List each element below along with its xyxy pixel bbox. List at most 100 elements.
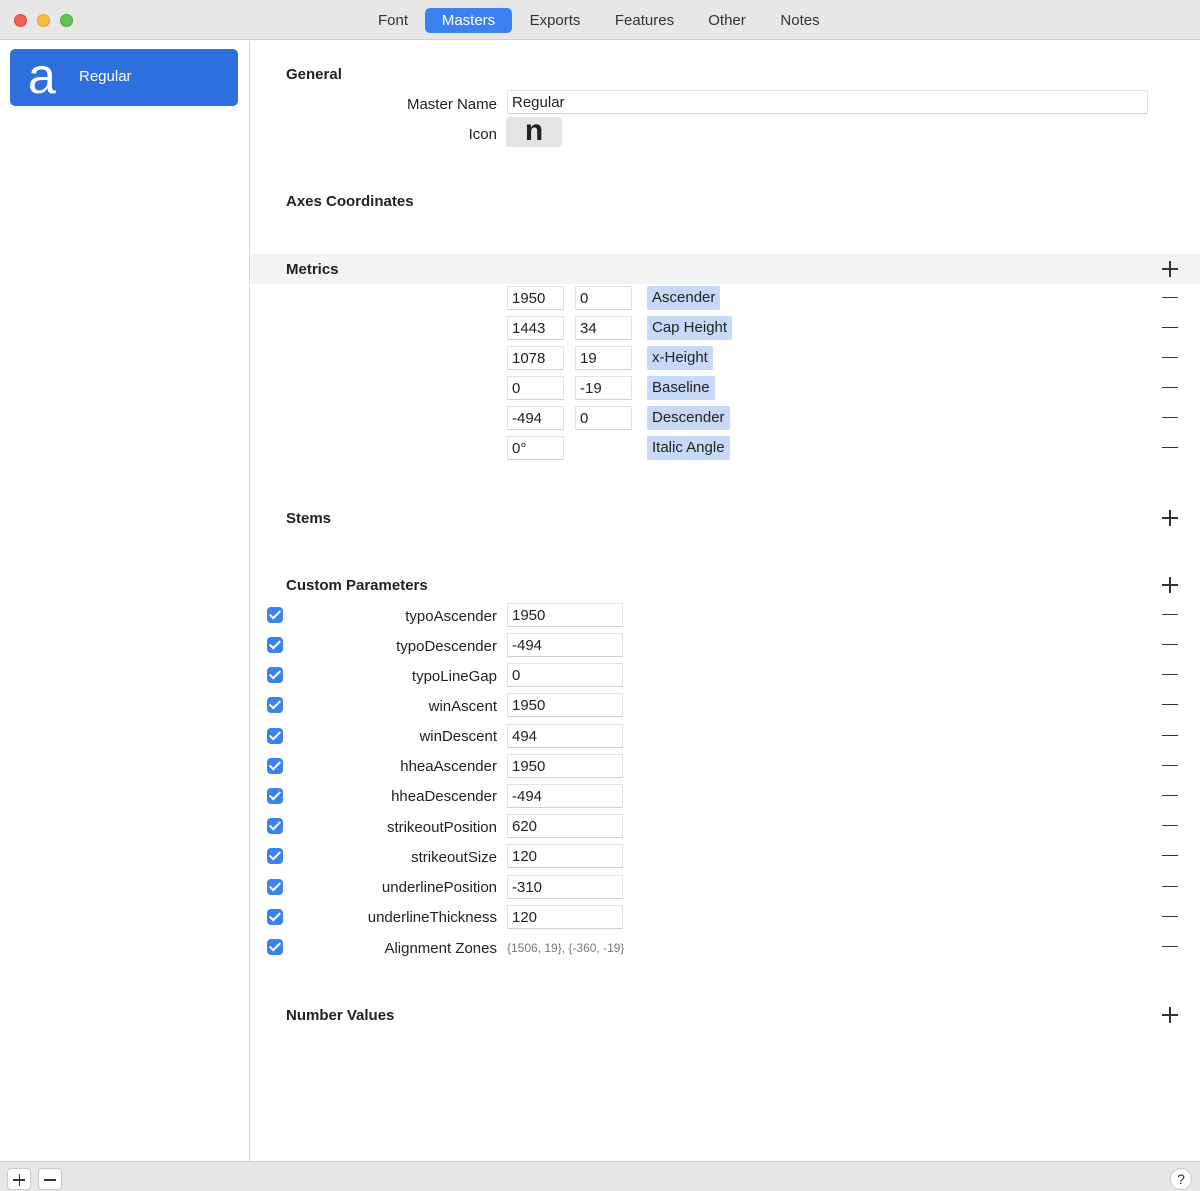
remove-metric-button[interactable] [1162,382,1178,394]
section-title-stems: Stems [286,510,332,527]
remove-metric-button[interactable] [1162,352,1178,364]
tab-masters[interactable]: Masters [425,8,512,33]
section-title-custom-parameters: Custom Parameters [286,577,428,594]
parameter-enabled-checkbox[interactable] [267,909,283,925]
parameter-name-label: hheaAscender [400,758,497,775]
master-settings-panel: General Master Name Regular Icon n Axes … [251,41,1200,1161]
parameter-name-label: underlinePosition [381,879,497,896]
master-icon-picker[interactable]: n [506,116,562,147]
tab-notes[interactable]: Notes [767,8,833,33]
bottom-toolbar: ? [0,1161,1200,1191]
master-glyph-preview: a [28,48,56,104]
tab-bar: Font Masters Exports Features Other Note… [0,0,1200,40]
tab-other[interactable]: Other [697,8,757,33]
remove-parameter-button[interactable] [1162,850,1178,862]
parameter-value-field[interactable]: 494 [507,724,623,748]
master-item-label: Regular [79,68,132,85]
section-title-general: General [286,66,342,83]
parameter-value-field[interactable]: -494 [507,784,623,808]
remove-parameter-button[interactable] [1162,760,1178,772]
parameter-value-field[interactable]: 620 [507,814,623,838]
metric-name-tag[interactable]: x-Height [647,346,713,370]
remove-parameter-button[interactable] [1162,790,1178,802]
parameter-value-field[interactable]: 0 [507,663,623,687]
parameter-name-label: strikeoutSize [411,849,497,866]
add-custom-parameter-button[interactable] [1160,575,1180,595]
alignment-zones-value[interactable]: {1506, 19}, {-360, -19} [507,941,624,955]
metric-value-field[interactable]: 0 [507,376,564,400]
parameter-name-label: Alignment Zones [384,940,497,957]
parameter-value-field[interactable]: 1950 [507,754,623,778]
metric-overshoot-field[interactable]: 0 [575,406,632,430]
master-name-label: Master Name [406,96,497,113]
tab-exports[interactable]: Exports [517,8,593,33]
remove-metric-button[interactable] [1162,442,1178,454]
parameter-name-label: hheaDescender [391,788,497,805]
metric-name-tag[interactable]: Baseline [647,376,715,400]
remove-parameter-button[interactable] [1162,911,1178,923]
metrics-header-band [251,254,1200,284]
help-button[interactable]: ? [1170,1168,1192,1190]
parameter-name-label: typoLineGap [411,668,497,685]
metric-value-field[interactable]: -494 [507,406,564,430]
remove-parameter-button[interactable] [1162,820,1178,832]
parameter-enabled-checkbox[interactable] [267,879,283,895]
parameter-value-field[interactable]: 120 [507,905,623,929]
remove-metric-button[interactable] [1162,292,1178,304]
parameter-name-label: strikeoutPosition [386,819,497,836]
metric-overshoot-field[interactable]: 19 [575,346,632,370]
tab-features[interactable]: Features [603,8,686,33]
metric-value-field[interactable]: 1443 [507,316,564,340]
masters-sidebar: a Regular [0,41,250,1161]
parameter-enabled-checkbox[interactable] [267,788,283,804]
remove-parameter-button[interactable] [1162,881,1178,893]
parameter-name-label: winDescent [419,728,497,745]
metric-overshoot-field[interactable]: 34 [575,316,632,340]
metric-name-tag[interactable]: Cap Height [647,316,733,340]
metric-value-field[interactable]: 1078 [507,346,564,370]
parameter-name-label: underlineThickness [367,909,497,926]
parameter-enabled-checkbox[interactable] [267,728,283,744]
remove-parameter-button[interactable] [1162,941,1178,953]
remove-metric-button[interactable] [1162,412,1178,424]
parameter-value-field[interactable]: -494 [507,633,623,657]
metric-name-tag[interactable]: Descender [647,406,730,430]
remove-parameter-button[interactable] [1162,730,1178,742]
remove-parameter-button[interactable] [1162,669,1178,681]
parameter-value-field[interactable]: -310 [507,875,623,899]
remove-parameter-button[interactable] [1162,609,1178,621]
parameter-value-field[interactable]: 1950 [507,603,623,627]
italic-angle-field[interactable]: 0° [507,436,564,460]
master-item-regular[interactable]: a Regular [10,49,238,106]
master-name-field[interactable]: Regular [507,90,1148,114]
metric-name-tag[interactable]: Italic Angle [647,436,730,460]
metric-name-tag[interactable]: Ascender [647,286,721,310]
add-stem-button[interactable] [1160,508,1180,528]
parameter-value-field[interactable]: 1950 [507,693,623,717]
parameter-enabled-checkbox[interactable] [267,758,283,774]
parameter-enabled-checkbox[interactable] [267,697,283,713]
parameter-name-label: winAscent [428,698,497,715]
parameter-enabled-checkbox[interactable] [267,848,283,864]
remove-parameter-button[interactable] [1162,639,1178,651]
remove-parameter-button[interactable] [1162,699,1178,711]
add-metric-button[interactable] [1160,259,1180,279]
metric-overshoot-field[interactable]: 0 [575,286,632,310]
remove-master-button[interactable] [38,1168,62,1190]
parameter-enabled-checkbox[interactable] [267,939,283,955]
add-number-value-button[interactable] [1160,1005,1180,1025]
tab-font[interactable]: Font [366,8,420,33]
section-title-metrics: Metrics [286,261,339,278]
add-master-button[interactable] [7,1168,31,1190]
parameter-value-field[interactable]: 120 [507,844,623,868]
remove-metric-button[interactable] [1162,322,1178,334]
metric-value-field[interactable]: 1950 [507,286,564,310]
section-title-axes-coordinates: Axes Coordinates [286,193,414,210]
parameter-enabled-checkbox[interactable] [267,667,283,683]
parameter-enabled-checkbox[interactable] [267,607,283,623]
section-title-number-values: Number Values [286,1007,395,1024]
parameter-enabled-checkbox[interactable] [267,637,283,653]
icon-label: Icon [468,126,497,143]
parameter-enabled-checkbox[interactable] [267,818,283,834]
metric-overshoot-field[interactable]: -19 [575,376,632,400]
